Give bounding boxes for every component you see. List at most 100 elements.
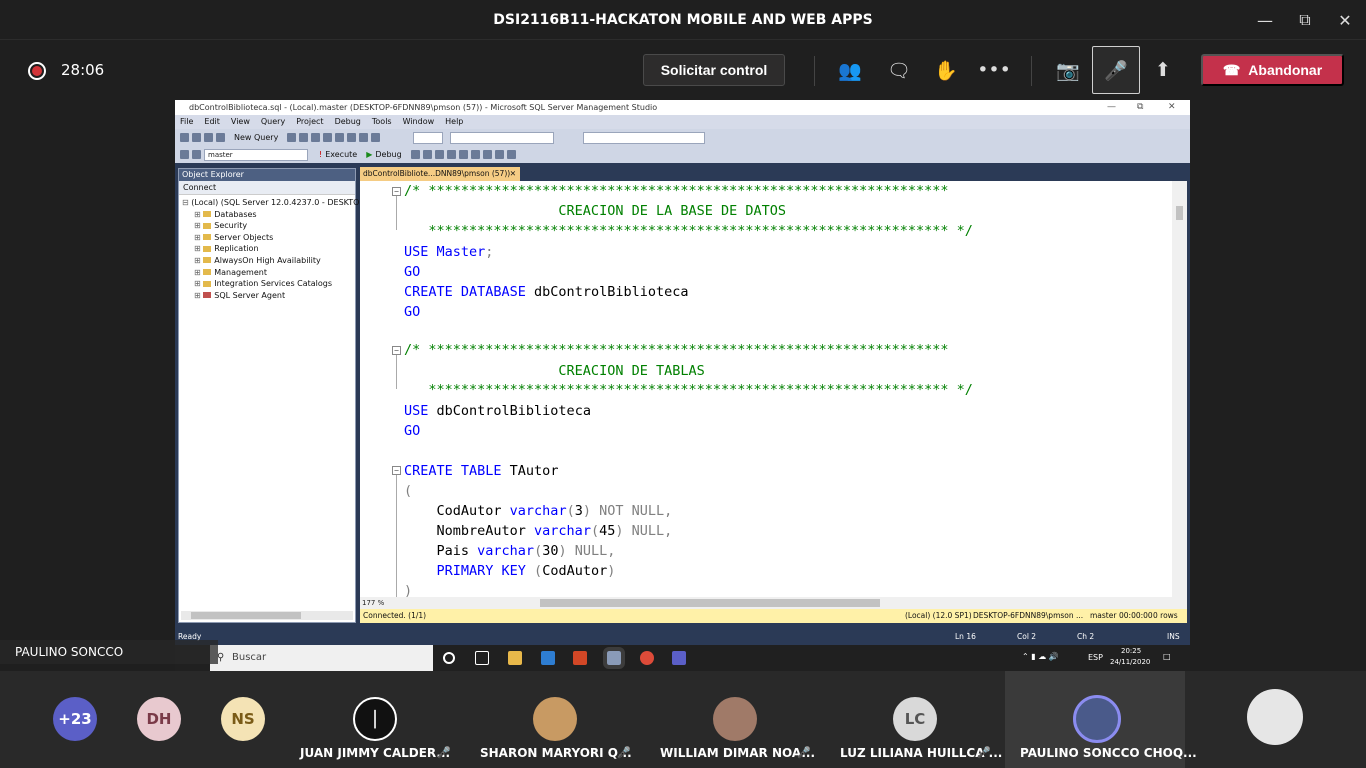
solution-config-select[interactable] bbox=[413, 131, 444, 144]
execute-button[interactable]: Execute bbox=[325, 150, 357, 159]
menu-tools[interactable]: Tools bbox=[372, 115, 392, 129]
menu-view[interactable]: View bbox=[231, 115, 250, 129]
find-select[interactable] bbox=[583, 131, 706, 144]
save-all-icon[interactable] bbox=[216, 133, 225, 142]
redo-icon[interactable] bbox=[371, 133, 381, 142]
debug-button[interactable]: Debug bbox=[375, 150, 401, 159]
tree-node-alwayson[interactable]: ⊞ AlwaysOn High Availability bbox=[182, 255, 355, 267]
query-icon[interactable] bbox=[311, 133, 321, 142]
scroll-thumb[interactable] bbox=[540, 599, 880, 607]
tree-node-security[interactable]: ⊞ Security bbox=[182, 220, 355, 232]
collapse-icon[interactable]: − bbox=[392, 346, 401, 355]
avatar[interactable]: NS bbox=[221, 697, 265, 741]
uncomment-icon[interactable] bbox=[482, 150, 492, 159]
cortana-icon[interactable] bbox=[443, 652, 455, 664]
query-icon[interactable] bbox=[287, 133, 297, 142]
comment-icon[interactable] bbox=[470, 150, 480, 159]
more-options-icon[interactable]: ••• bbox=[977, 53, 1011, 87]
restore-icon[interactable]: ⧉ bbox=[1285, 0, 1325, 40]
code-editor[interactable]: − /* ***********************************… bbox=[360, 181, 1172, 597]
menu-debug[interactable]: Debug bbox=[335, 115, 361, 129]
ssms-icon[interactable] bbox=[603, 647, 625, 669]
open-file-icon[interactable] bbox=[192, 133, 201, 142]
tab-close-icon[interactable]: ✕ bbox=[510, 167, 516, 181]
object-explorer-hscroll[interactable] bbox=[181, 611, 353, 620]
parse-icon[interactable] bbox=[422, 150, 432, 159]
collapse-icon[interactable]: − bbox=[392, 466, 401, 475]
outdent-icon[interactable] bbox=[506, 150, 516, 159]
scroll-thumb[interactable] bbox=[191, 612, 301, 619]
tree-node-management[interactable]: ⊞ Management bbox=[182, 267, 355, 279]
menu-help[interactable]: Help bbox=[445, 115, 463, 129]
connect-button[interactable]: Connect bbox=[183, 183, 216, 192]
editor-vscroll[interactable] bbox=[1172, 181, 1187, 597]
participant-tile[interactable]: ᛁ JUAN JIMMY CALDER... 🎤 bbox=[285, 671, 465, 768]
menu-project[interactable]: Project bbox=[296, 115, 323, 129]
results-icon[interactable] bbox=[446, 150, 456, 159]
overflow-participants[interactable]: +23 bbox=[53, 697, 97, 741]
tree-node-databases[interactable]: ⊞ Databases bbox=[182, 209, 355, 221]
ssms-close-icon[interactable]: ✕ bbox=[1168, 100, 1176, 115]
taskbar-lang[interactable]: ESP bbox=[1088, 653, 1103, 662]
minimize-icon[interactable]: — bbox=[1245, 0, 1285, 40]
query-icon[interactable] bbox=[299, 133, 309, 142]
new-project-icon[interactable] bbox=[180, 133, 189, 142]
ssms-minimize-icon[interactable]: — bbox=[1107, 100, 1116, 115]
taskbar-time[interactable]: 20:25 bbox=[1121, 647, 1141, 655]
chat-icon[interactable]: 🗨 bbox=[882, 53, 916, 87]
results-icon[interactable] bbox=[434, 150, 444, 159]
menu-query[interactable]: Query bbox=[261, 115, 285, 129]
taskbar-date[interactable]: 24/11/2020 bbox=[1110, 658, 1150, 666]
indent-icon[interactable] bbox=[494, 150, 504, 159]
new-query-button[interactable]: New Query bbox=[234, 133, 278, 142]
tree-node-replication[interactable]: ⊞ Replication bbox=[182, 243, 355, 255]
editor-hscroll[interactable]: 177 % bbox=[360, 597, 1187, 609]
paste-icon[interactable] bbox=[347, 133, 357, 142]
copy-icon[interactable] bbox=[335, 133, 345, 142]
tab-query[interactable]: dbControlBibliote...DNN89\pmson (57)) ✕ bbox=[360, 167, 520, 181]
connect-icon[interactable] bbox=[180, 150, 189, 159]
menu-file[interactable]: File bbox=[180, 115, 193, 129]
disconnect-icon[interactable] bbox=[192, 150, 201, 159]
collapse-icon[interactable]: − bbox=[392, 187, 401, 196]
ssms-restore-icon[interactable]: ⧉ bbox=[1137, 100, 1143, 115]
tree-node-sql-agent[interactable]: ⊞ SQL Server Agent bbox=[182, 290, 355, 302]
save-icon[interactable] bbox=[204, 133, 213, 142]
stop-icon[interactable] bbox=[410, 150, 420, 159]
notifications-icon[interactable]: □ bbox=[1163, 652, 1171, 661]
app-icon[interactable] bbox=[541, 651, 555, 665]
share-screen-icon[interactable]: ⬆ bbox=[1146, 53, 1180, 87]
undo-icon[interactable] bbox=[359, 133, 369, 142]
server-node[interactable]: ⊟ (Local) (SQL Server 12.0.4237.0 - DESK… bbox=[182, 197, 372, 209]
tray-icons[interactable]: ⌃ ▮ ☁ 🔊 bbox=[1022, 652, 1059, 661]
avatar[interactable]: DH bbox=[137, 697, 181, 741]
zoom-level[interactable]: 177 % bbox=[362, 599, 384, 607]
leave-button[interactable]: ☎ Abandonar bbox=[1201, 54, 1344, 86]
raise-hand-icon[interactable]: ✋ bbox=[929, 53, 963, 87]
scroll-thumb[interactable] bbox=[1176, 206, 1183, 220]
file-explorer-icon[interactable] bbox=[508, 651, 522, 665]
close-icon[interactable]: ✕ bbox=[1325, 0, 1365, 40]
cut-icon[interactable] bbox=[323, 133, 333, 142]
teams-icon[interactable] bbox=[672, 651, 686, 665]
camera-off-icon[interactable]: 📷 bbox=[1051, 53, 1085, 87]
self-video-avatar[interactable] bbox=[1247, 689, 1303, 745]
plan-icon[interactable] bbox=[458, 150, 468, 159]
tree-node-server-objects[interactable]: ⊞ Server Objects bbox=[182, 232, 355, 244]
task-view-icon[interactable] bbox=[475, 651, 489, 665]
participant-tile[interactable]: SHARON MARYORI Q... 🎤 bbox=[465, 671, 645, 768]
mic-muted-icon[interactable]: 🎤 bbox=[1092, 46, 1140, 94]
taskbar-search[interactable]: ⚲ Buscar bbox=[210, 645, 433, 671]
participants-icon[interactable]: 👥 bbox=[833, 53, 867, 87]
menu-window[interactable]: Window bbox=[403, 115, 435, 129]
request-control-button[interactable]: Solicitar control bbox=[643, 54, 785, 86]
database-select[interactable]: master bbox=[204, 148, 308, 161]
participant-tile[interactable]: WILLIAM DIMAR NOA... 🎤 bbox=[645, 671, 825, 768]
chrome-icon[interactable] bbox=[640, 651, 654, 665]
participant-tile[interactable]: LC LUZ LILIANA HUILLCA ... 🎤 bbox=[825, 671, 1005, 768]
platform-select[interactable] bbox=[450, 131, 555, 144]
powerpoint-icon[interactable] bbox=[573, 651, 587, 665]
participant-tile-speaking[interactable]: PAULINO SONCCO CHOQ... bbox=[1005, 671, 1197, 768]
tree-node-integration-services[interactable]: ⊞ Integration Services Catalogs bbox=[182, 278, 355, 290]
menu-edit[interactable]: Edit bbox=[204, 115, 220, 129]
